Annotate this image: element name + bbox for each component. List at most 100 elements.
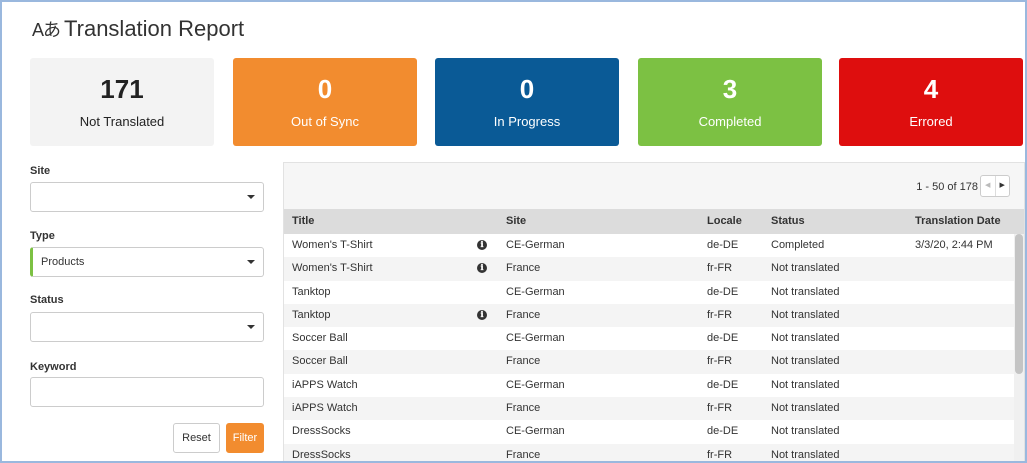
type-select-value: Products — [41, 256, 85, 268]
table-row[interactable]: Women's T-Shirt France fr-FR Not translated… — [284, 257, 1014, 281]
row-site: France — [506, 262, 541, 275]
translation-report-window: Aあ Translation Report 171 Not Translated… — [0, 0, 1027, 463]
stat-card-completed[interactable]: 3 Completed — [638, 58, 822, 146]
table-scrollbar[interactable] — [1014, 234, 1024, 461]
chevron-down-icon — [247, 260, 255, 264]
row-locale: de-DE — [707, 239, 739, 251]
stat-value: 3 — [722, 74, 738, 104]
row-title: iAPPS Watch — [292, 402, 358, 415]
filter-button[interactable]: Filter — [226, 423, 264, 453]
table-row[interactable]: Soccer Ball CE-German de-DE Not translated — [284, 327, 1014, 350]
row-status: Not translated — [771, 285, 840, 298]
column-header-translation-date[interactable]: Translation Date — [915, 215, 1001, 227]
page-title-text: Translation Report — [64, 16, 245, 41]
site-filter-label: Site — [30, 165, 51, 177]
reset-button[interactable]: Reset — [173, 423, 220, 453]
row-title: Tanktop — [292, 308, 331, 321]
row-status: Not translated — [771, 402, 840, 415]
row-title: DressSocks — [292, 425, 351, 438]
table-row[interactable]: Soccer Ball France fr-FR Not translated — [284, 350, 1014, 374]
row-site: CE-German — [506, 285, 565, 298]
row-site: CE-German — [506, 332, 565, 345]
pager-range: 1 - 50 of 178 — [916, 181, 978, 193]
column-header-status[interactable]: Status — [771, 215, 805, 227]
row-locale: de-DE — [707, 425, 739, 438]
table-row[interactable]: Women's T-Shirt CE-German de-DE Completed 3/… — [284, 234, 1014, 257]
row-status: Not translated — [771, 448, 840, 461]
row-title: iAPPS Watch — [292, 378, 358, 391]
chevron-left-icon[interactable]: ◀ — [981, 176, 996, 196]
stat-card-out-of-sync[interactable]: 0 Out of Sync — [233, 58, 417, 146]
stat-value: 0 — [317, 74, 333, 104]
keyword-input[interactable] — [30, 377, 264, 407]
row-status: Not translated — [771, 332, 840, 345]
row-locale: de-DE — [707, 332, 739, 345]
stat-label: Completed — [698, 114, 762, 129]
info-icon[interactable]: ℹ — [477, 309, 487, 320]
results-panel: 1 - 50 of 178 ◀ ▶ Title Site Locale Stat… — [283, 162, 1025, 461]
row-site: CE-German — [506, 378, 565, 391]
row-locale: de-DE — [707, 378, 739, 391]
row-status: Not translated — [771, 355, 840, 368]
table-body: Women's T-Shirt CE-German de-DE Completed 3/… — [284, 234, 1014, 461]
table-row[interactable]: Tanktop CE-German de-DE Not translated — [284, 281, 1014, 304]
row-site: France — [506, 402, 541, 415]
row-locale: fr-FR — [707, 402, 733, 415]
table-row[interactable]: iAPPS Watch France fr-FR Not translated — [284, 397, 1014, 421]
row-title: Soccer Ball — [292, 355, 348, 368]
keyword-filter-label: Keyword — [30, 361, 77, 373]
chevron-right-icon[interactable]: ▶ — [996, 176, 1010, 196]
row-locale: de-DE — [707, 285, 739, 298]
row-status: Not translated — [771, 308, 840, 321]
stat-card-errored[interactable]: 4 Errored — [839, 58, 1023, 146]
row-title: Tanktop — [292, 285, 331, 298]
row-title: DressSocks — [292, 448, 351, 461]
info-icon[interactable]: ℹ — [477, 263, 487, 274]
row-title: Soccer Ball — [292, 332, 348, 345]
stat-value: 4 — [923, 74, 939, 104]
stat-label: Errored — [909, 114, 953, 129]
row-site: CE-German — [506, 425, 565, 438]
stat-card-not-translated[interactable]: 171 Not Translated — [30, 58, 214, 146]
stat-label: Not Translated — [79, 114, 165, 129]
table-row[interactable]: DressSocks CE-German de-DE Not translated — [284, 420, 1014, 443]
table-row[interactable]: DressSocks France fr-FR Not translated — [284, 443, 1014, 461]
pager-controls: ◀ ▶ — [980, 175, 1010, 197]
row-site: France — [506, 448, 541, 461]
row-status: Not translated — [771, 425, 840, 438]
type-filter-label: Type — [30, 230, 55, 242]
stat-label: Out of Sync — [291, 114, 359, 129]
stat-label: In Progress — [493, 114, 561, 129]
table-row[interactable]: Tanktop France fr-FR Not translated ℹ — [284, 303, 1014, 328]
stat-card-in-progress[interactable]: 0 In Progress — [435, 58, 619, 146]
row-translation-date: 3/3/20, 2:44 PM — [915, 239, 993, 251]
column-header-site[interactable]: Site — [506, 215, 526, 227]
column-header-locale[interactable]: Locale — [707, 215, 742, 227]
chevron-down-icon — [247, 325, 255, 329]
chevron-down-icon — [247, 195, 255, 199]
table-row[interactable]: iAPPS Watch CE-German de-DE Not translated — [284, 374, 1014, 397]
table-header: Title Site Locale Status Translation Dat… — [284, 209, 1024, 234]
stat-value: 171 — [100, 74, 144, 104]
stat-value: 0 — [519, 74, 535, 104]
row-status: Not translated — [771, 262, 840, 275]
row-locale: fr-FR — [707, 355, 733, 368]
row-status: Completed — [771, 239, 825, 251]
row-locale: fr-FR — [707, 448, 733, 461]
row-site: CE-German — [506, 239, 565, 251]
status-filter-label: Status — [30, 294, 64, 306]
info-icon[interactable]: ℹ — [477, 240, 487, 250]
scroll-thumb[interactable] — [1015, 234, 1023, 374]
type-select[interactable]: Products — [30, 247, 264, 277]
row-title: Women's T-Shirt — [292, 262, 373, 275]
row-title: Women's T-Shirt — [292, 239, 373, 251]
page-title: Aあ Translation Report — [32, 16, 244, 42]
row-locale: fr-FR — [707, 262, 733, 275]
row-status: Not translated — [771, 378, 840, 391]
status-select[interactable] — [30, 312, 264, 342]
row-locale: fr-FR — [707, 308, 733, 321]
column-header-title[interactable]: Title — [292, 215, 314, 227]
row-site: France — [506, 308, 541, 321]
site-select[interactable] — [30, 182, 264, 212]
translate-icon: Aあ — [32, 20, 61, 40]
